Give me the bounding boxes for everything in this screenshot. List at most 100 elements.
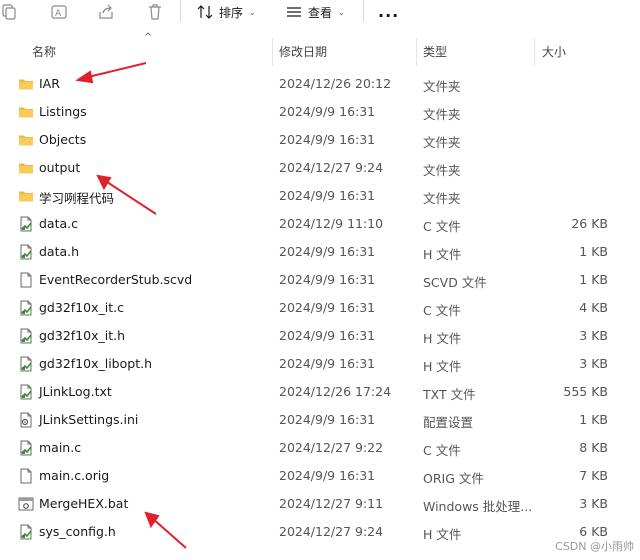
column-divider[interactable] [272, 38, 273, 66]
file-size: 1 KB [579, 244, 608, 259]
file-size: 7 KB [579, 468, 608, 483]
file-list: IAR 2024/12/26 20:12 文件夹 Listings 2024/9/9 1… [0, 70, 640, 546]
batch-file-icon [18, 496, 34, 512]
file-row[interactable]: main.c 2024/12/27 9:22 C 文件 8 KB [0, 434, 640, 462]
file-type: 文件夹 [423, 163, 461, 178]
file-size: 8 KB [579, 440, 608, 455]
file-type: C 文件 [423, 443, 461, 458]
column-header-name[interactable]: 名称 [32, 38, 56, 66]
file-name: output [39, 160, 81, 175]
file-size: 555 KB [563, 384, 608, 399]
file-type: 配置设置 [423, 415, 474, 430]
watermark: CSDN @小雨帅 [555, 540, 634, 553]
sort-button[interactable]: 排序 ⌄ [197, 2, 256, 22]
file-name: JLinkSettings.ini [39, 412, 139, 427]
file-modified-date: 2024/12/27 9:24 [279, 524, 384, 539]
file-row[interactable]: JLinkLog.txt 2024/12/26 17:24 TXT 文件 555 KB [0, 378, 640, 406]
delete-icon[interactable] [146, 3, 164, 21]
file-row[interactable]: main.c.orig 2024/9/9 16:31 ORIG 文件 7 KB [0, 462, 640, 490]
file-modified-date: 2024/9/9 16:31 [279, 328, 376, 343]
file-type: H 文件 [423, 247, 462, 262]
toolbar-divider [180, 0, 181, 22]
file-name: sys_config.h [39, 524, 116, 539]
rename-icon[interactable]: A [50, 3, 68, 21]
source-file-icon [18, 356, 34, 372]
file-size: 4 KB [579, 300, 608, 315]
file-row[interactable]: JLinkSettings.ini 2024/9/9 16:31 配置设置 1 KB [0, 406, 640, 434]
view-icon [287, 7, 301, 17]
file-modified-date: 2024/9/9 16:31 [279, 356, 376, 371]
folder-icon [18, 104, 34, 120]
file-row[interactable]: Listings 2024/9/9 16:31 文件夹 [0, 98, 640, 126]
file-row[interactable]: gd32f10x_it.h 2024/9/9 16:31 H 文件 3 KB [0, 322, 640, 350]
file-type: 文件夹 [423, 135, 461, 150]
file-name: Objects [39, 132, 87, 147]
file-modified-date: 2024/12/27 9:11 [279, 496, 384, 511]
file-name: gd32f10x_it.c [39, 300, 124, 315]
file-name: Listings [39, 104, 87, 119]
column-header-type[interactable]: 类型 [423, 38, 447, 66]
file-modified-date: 2024/9/9 16:31 [279, 104, 376, 119]
file-size: 3 KB [579, 496, 608, 511]
copy-icon[interactable] [0, 3, 18, 21]
column-header-row: ^ 名称 修改日期 类型 大小 [0, 32, 640, 66]
file-type: 文件夹 [423, 191, 461, 206]
sort-icon [197, 5, 213, 19]
more-options-button[interactable]: ... [378, 2, 399, 21]
blank-file-icon [18, 272, 34, 288]
file-row[interactable]: gd32f10x_it.c 2024/9/9 16:31 C 文件 4 KB [0, 294, 640, 322]
column-header-date[interactable]: 修改日期 [279, 38, 327, 66]
source-file-icon [18, 216, 34, 232]
file-size: 6 KB [579, 524, 608, 539]
folder-icon [18, 188, 34, 204]
source-file-icon [18, 244, 34, 260]
folder-icon [18, 132, 34, 148]
column-divider[interactable] [416, 38, 417, 66]
file-row[interactable]: output 2024/12/27 9:24 文件夹 [0, 154, 640, 182]
command-toolbar: A 排序 ⌄ 查看 ⌄ ... [0, 0, 640, 26]
share-icon[interactable] [97, 3, 115, 21]
file-name: IAR [39, 76, 60, 91]
folder-icon [18, 76, 34, 92]
file-name: JLinkLog.txt [39, 384, 112, 399]
file-modified-date: 2024/9/9 16:31 [279, 272, 376, 287]
file-modified-date: 2024/9/9 16:31 [279, 244, 376, 259]
file-row[interactable]: IAR 2024/12/26 20:12 文件夹 [0, 70, 640, 98]
file-name: data.h [39, 244, 80, 259]
file-type: 文件夹 [423, 107, 461, 122]
source-file-icon [18, 524, 34, 540]
file-type: 文件夹 [423, 79, 461, 94]
column-divider[interactable] [534, 38, 535, 66]
file-type: C 文件 [423, 303, 461, 318]
folder-icon [18, 160, 34, 176]
file-type: TXT 文件 [423, 387, 476, 402]
file-type: C 文件 [423, 219, 461, 234]
svg-text:A: A [55, 9, 62, 19]
column-header-size[interactable]: 大小 [542, 38, 566, 66]
chevron-down-icon: ⌄ [338, 7, 345, 17]
file-modified-date: 2024/9/9 16:31 [279, 300, 376, 315]
file-row[interactable]: gd32f10x_libopt.h 2024/9/9 16:31 H 文件 3 KB [0, 350, 640, 378]
file-row[interactable]: sys_config.h 2024/12/27 9:24 H 文件 6 KB [0, 518, 640, 546]
file-modified-date: 2024/9/9 16:31 [279, 468, 376, 483]
file-modified-date: 2024/9/9 16:31 [279, 132, 376, 147]
sort-ascending-icon: ^ [144, 32, 153, 43]
file-name: MergeHEX.bat [39, 496, 129, 511]
view-label: 查看 [308, 5, 333, 20]
file-row[interactable]: MergeHEX.bat 2024/12/27 9:11 Windows 批处理..… [0, 490, 640, 518]
file-name: EventRecorderStub.scvd [39, 272, 193, 287]
file-row[interactable]: 学习咧程代码 2024/9/9 16:31 文件夹 [0, 182, 640, 210]
file-modified-date: 2024/12/26 20:12 [279, 76, 392, 91]
view-button[interactable]: 查看 ⌄ [286, 2, 345, 22]
file-row[interactable]: data.c 2024/12/9 11:10 C 文件 26 KB [0, 210, 640, 238]
file-type: SCVD 文件 [423, 275, 487, 290]
source-file-icon [18, 440, 34, 456]
chevron-down-icon: ⌄ [249, 7, 256, 17]
file-modified-date: 2024/9/9 16:31 [279, 188, 376, 203]
file-row[interactable]: data.h 2024/9/9 16:31 H 文件 1 KB [0, 238, 640, 266]
source-file-icon [18, 300, 34, 316]
file-modified-date: 2024/12/27 9:22 [279, 440, 384, 455]
file-size: 3 KB [579, 356, 608, 371]
file-row[interactable]: Objects 2024/9/9 16:31 文件夹 [0, 126, 640, 154]
file-row[interactable]: EventRecorderStub.scvd 2024/9/9 16:31 SCVD… [0, 266, 640, 294]
